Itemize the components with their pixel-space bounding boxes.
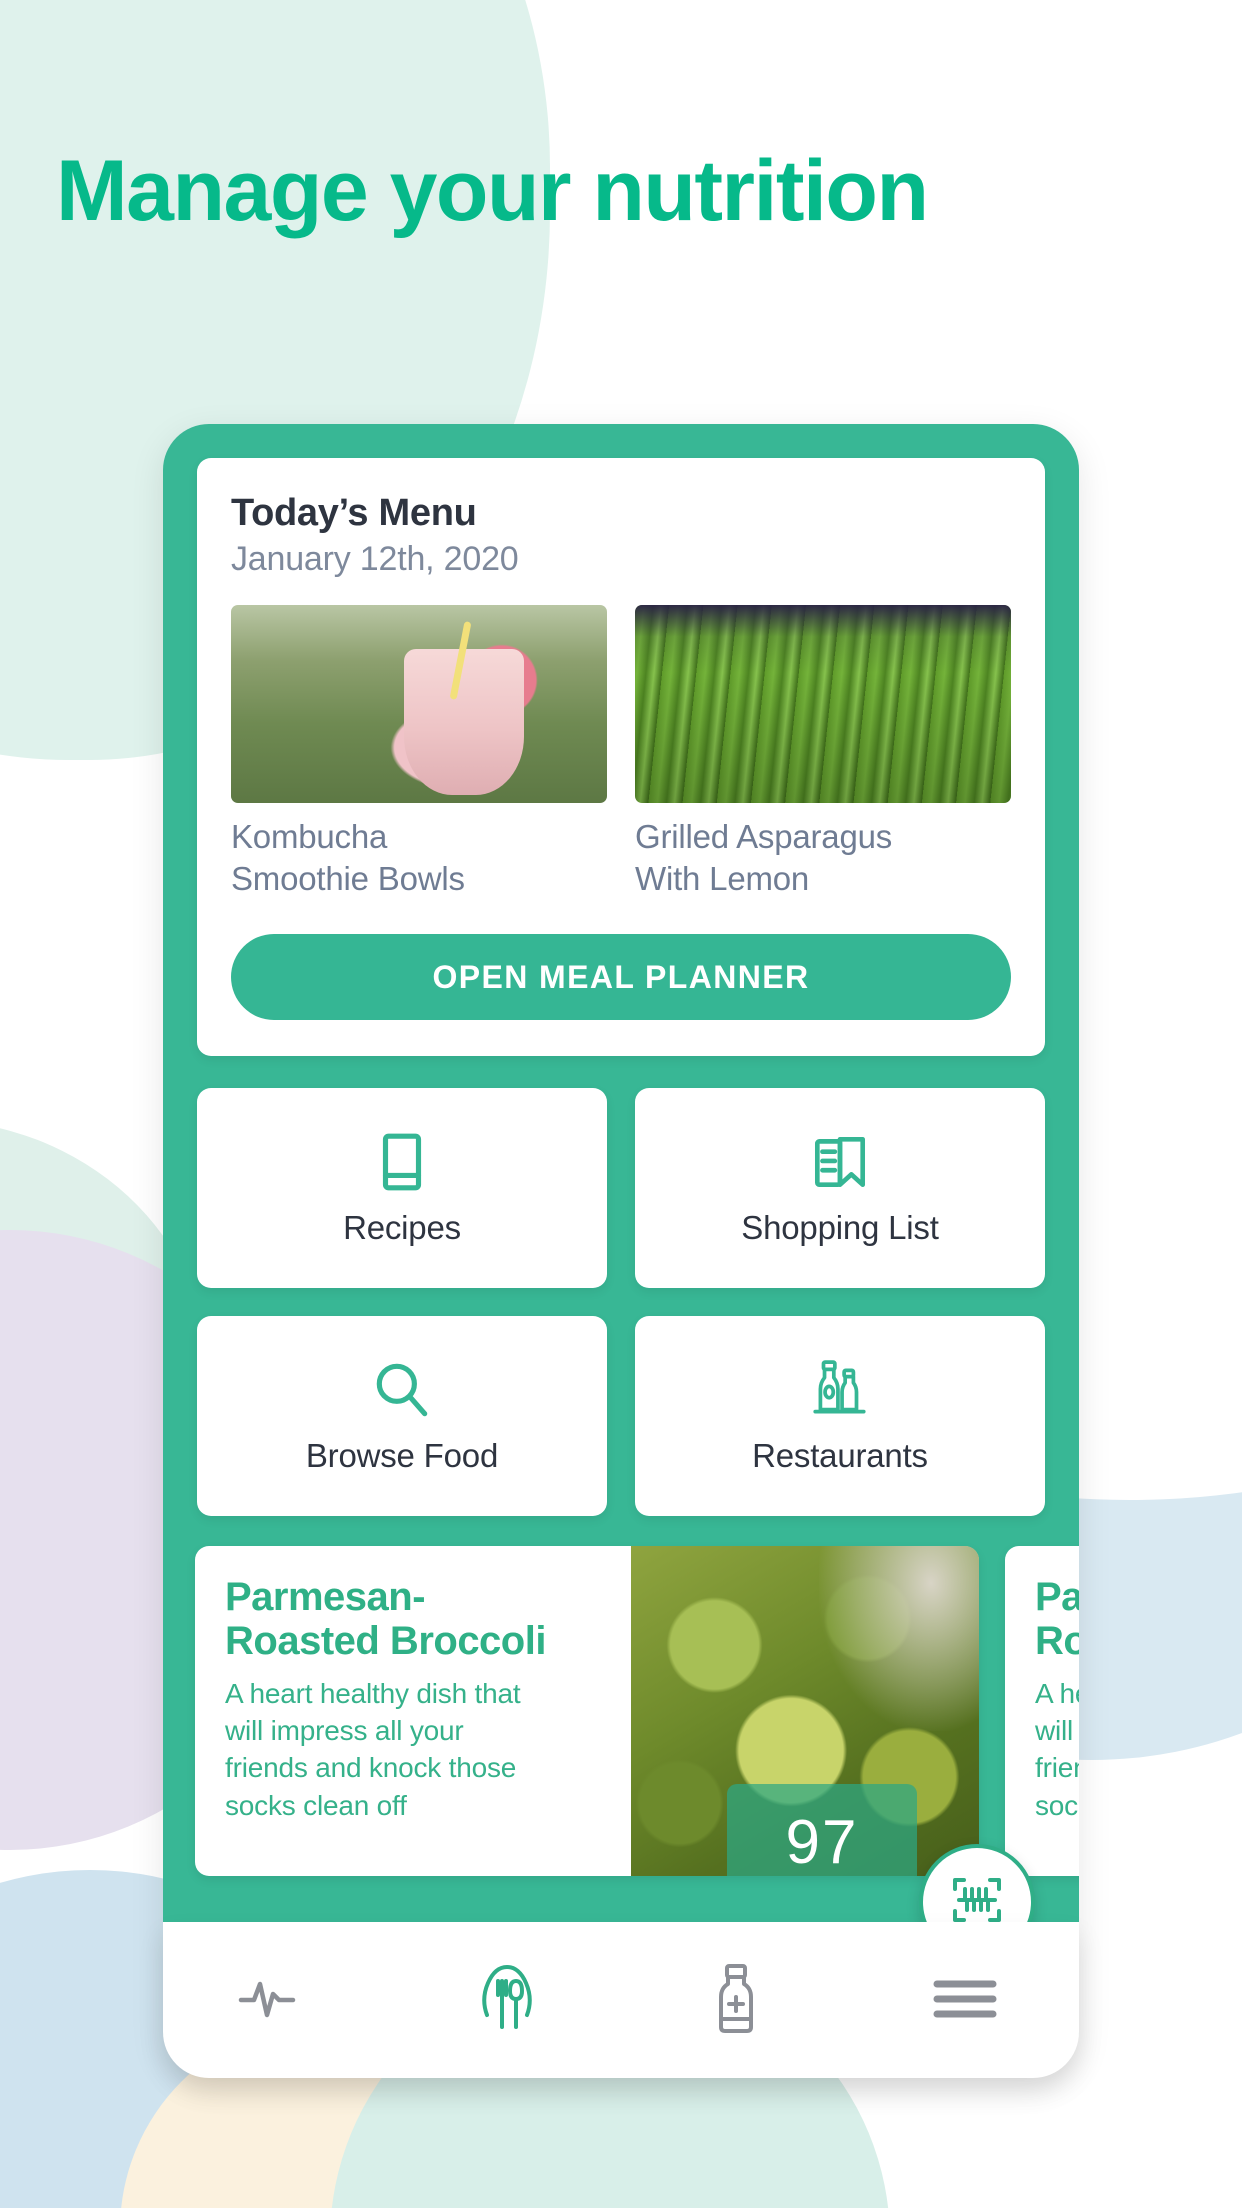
tile-label: Recipes [343,1209,461,1247]
recipe-carousel[interactable]: Parmesan- Roasted Broccoli A heart healt… [195,1546,1079,1877]
bottom-navigation-bar [163,1922,1079,2078]
recipe-title: Parmesan- Roasted Broccoli [225,1575,546,1663]
grilled-asparagus-photo [635,605,1011,803]
page-headline: Manage your nutrition [56,143,929,239]
nav-item-activity[interactable] [214,1945,342,2055]
nav-item-meals[interactable] [443,1945,571,2055]
recipe-card[interactable]: Parmesan- Roasted Broccoli A heart healt… [195,1546,979,1877]
nav-item-menu[interactable] [901,1945,1029,2055]
meal-cutlery-icon [471,1961,543,2040]
menu-item[interactable]: Grilled Asparagus With Lemon [635,605,1011,900]
roasted-broccoli-photo: 97 [631,1546,979,1877]
tile-label: Shopping List [741,1209,939,1247]
tile-label: Restaurants [752,1437,928,1475]
phone-screen: Today’s Menu January 12th, 2020 Kombucha… [163,424,1079,2074]
recipe-title: Parmesan- Roasted Broccoli [1035,1575,1079,1663]
recipe-description: A heart healthy dish that will impress a… [1035,1677,1079,1821]
phone-frame: Today’s Menu January 12th, 2020 Kombucha… [163,424,1079,2074]
supplement-bottle-icon [704,1961,768,2040]
menu-item[interactable]: Kombucha Smoothie Bowls [231,605,607,900]
open-meal-planner-button[interactable]: OPEN MEAL PLANNER [231,934,1011,1021]
menu-item-label: Grilled Asparagus With Lemon [635,818,893,898]
quick-action-tiles: Recipes Shopping List Browse Food Restau… [197,1088,1045,1517]
app-screenshot: Manage your nutrition Today’s Menu Janua… [0,0,1242,2208]
pulse-icon [236,1967,320,2034]
todays-menu-items: Kombucha Smoothie Bowls Grilled Asparagu… [231,605,1011,900]
tile-label: Browse Food [305,1437,499,1475]
todays-menu-date: January 12th, 2020 [231,540,519,578]
recipe-description: A heart healthy dish that will impress a… [225,1677,521,1821]
tile-browse-food[interactable]: Browse Food [197,1316,607,1517]
recipe-card[interactable]: Parmesan- Roasted Broccoli A heart healt… [1005,1546,1079,1877]
recipe-card-text: Parmesan- Roasted Broccoli A heart healt… [1005,1546,1079,1876]
hamburger-menu-icon [927,1971,1003,2030]
search-icon [369,1357,435,1423]
nav-item-supplements[interactable] [672,1945,800,2055]
todays-menu-card: Today’s Menu January 12th, 2020 Kombucha… [197,458,1045,1057]
kombucha-smoothie-bowls-photo [231,605,607,803]
book-icon [369,1129,435,1195]
tile-recipes[interactable]: Recipes [197,1088,607,1289]
todays-menu-title: Today’s Menu [231,492,477,534]
bottles-icon [807,1357,873,1423]
shopping-list-icon [807,1129,873,1195]
tile-shopping-list[interactable]: Shopping List [635,1088,1045,1289]
tile-restaurants[interactable]: Restaurants [635,1316,1045,1517]
recipe-card-text: Parmesan- Roasted Broccoli A heart healt… [195,1546,631,1876]
menu-item-label: Kombucha Smoothie Bowls [231,818,465,898]
recipe-score-badge: 97 [727,1784,917,1877]
